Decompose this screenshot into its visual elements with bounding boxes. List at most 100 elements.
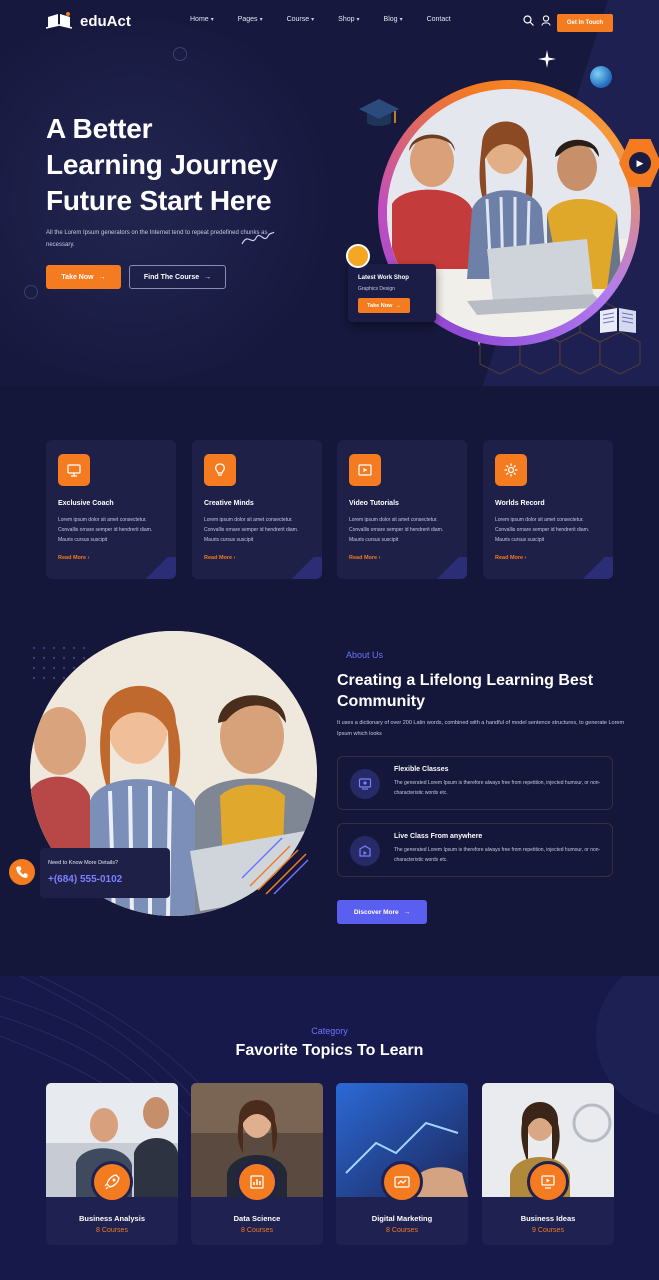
classes-icon: [350, 769, 380, 799]
search-icon[interactable]: [523, 15, 534, 26]
user-icon[interactable]: [541, 15, 551, 26]
globe-icon: [590, 66, 612, 88]
feature-title: Worlds Record: [495, 500, 545, 507]
category-count: 8 Courses: [241, 1227, 273, 1234]
nav-item-blog[interactable]: Blog ▾: [384, 16, 403, 23]
about-title: Creating a Lifelong Learning Best Commun…: [337, 672, 594, 710]
category-card[interactable]: Business Ideas 9 Courses: [482, 1083, 614, 1245]
arrow-right-icon: →: [204, 273, 212, 281]
link-label: Read More: [349, 555, 378, 561]
button-label: Discover More: [353, 908, 399, 916]
lines-decoration: [241, 837, 309, 895]
logo-icon: [46, 12, 73, 29]
play-icon: ▶: [629, 152, 651, 174]
nav-item-course[interactable]: Course ▾: [287, 16, 315, 23]
nav-item-home[interactable]: Home ▾: [190, 16, 214, 23]
workshop-title: Latest Work Shop: [358, 275, 409, 281]
workshop-card: Latest Work Shop Graphics Design Take No…: [346, 244, 436, 322]
chevron-down-icon: ▾: [259, 17, 263, 23]
chevron-right-icon: ›: [378, 555, 381, 561]
nav-menu: Home ▾ Pages ▾ Course ▾ Shop ▾ Blog ▾ Contact: [190, 16, 475, 23]
arrow-right-icon: →: [403, 908, 411, 916]
find-course-button[interactable]: Find The Course →: [129, 265, 226, 289]
read-more-link[interactable]: Read More ›: [495, 555, 527, 561]
arrow-right-icon: →: [98, 273, 106, 281]
chevron-down-icon: ▾: [210, 17, 214, 23]
read-more-link[interactable]: Read More ›: [349, 555, 381, 561]
features-section: Exclusive Coach Lorem ipsum dolor sit am…: [0, 386, 659, 616]
read-more-link[interactable]: Read More ›: [58, 555, 90, 561]
feature-card[interactable]: Creative Minds Lorem ipsum dolor sit ame…: [192, 440, 322, 579]
gear-icon: [495, 454, 527, 486]
nav-icons: [523, 15, 551, 26]
nav-item-label: Shop: [338, 16, 355, 23]
get-in-touch-button[interactable]: Get In Touch: [557, 14, 613, 32]
avatar: [346, 244, 370, 268]
category-name: Digital Marketing: [371, 1214, 433, 1223]
contact-card: Need to Know More Details? +(684) 555-01…: [40, 848, 170, 898]
hero-title-line: A Better: [46, 113, 153, 144]
contact-question: Need to Know More Details?: [48, 860, 119, 866]
nav-item-label: Pages: [237, 16, 258, 23]
feature-title: Creative Minds: [204, 500, 254, 507]
workshop-subtitle: Graphics Design: [358, 286, 395, 292]
category-card[interactable]: Business Analysis 8 Courses: [46, 1083, 178, 1245]
about-description: It uses a dictionary of over 200 Latin w…: [337, 720, 625, 737]
nav-item-label: Home: [190, 16, 209, 23]
chevron-down-icon: ▾: [356, 17, 360, 23]
hero-title-line: Future Start Here: [46, 185, 272, 216]
marketing-icon: [381, 1161, 423, 1203]
nav-item-label: Course: [286, 16, 310, 23]
feature-description: Lorem ipsum dolor sit amet consectetur. …: [204, 517, 299, 543]
read-more-link[interactable]: Read More ›: [204, 555, 236, 561]
phone-icon: [6, 856, 38, 888]
chevron-right-icon: ›: [524, 555, 527, 561]
rocket-icon: [91, 1161, 133, 1203]
workshop-take-now-button[interactable]: Take Now →: [358, 298, 410, 313]
feature-description: Lorem ipsum dolor sit amet consectetur. …: [349, 517, 444, 543]
nav-item-contact[interactable]: Contact: [427, 16, 451, 23]
link-label: Read More: [58, 555, 87, 561]
monitor-icon: [58, 454, 90, 486]
feature-title: Video Tutorials: [349, 500, 399, 507]
graduation-cap-icon: [359, 99, 399, 126]
feature-row: Live Class From anywhere The generated L…: [337, 823, 613, 877]
lightbulb-icon: [204, 454, 236, 486]
about-tag: About Us: [346, 650, 384, 660]
hero-title: A Better Learning Journey Future Start H…: [46, 111, 278, 219]
book-icon: [600, 308, 636, 333]
category-count: 9 Courses: [532, 1227, 564, 1234]
idea-icon: [527, 1161, 569, 1203]
feature-description: Lorem ipsum dolor sit amet consectetur. …: [495, 517, 590, 543]
chevron-down-icon: ▾: [311, 17, 315, 23]
video-icon: [349, 454, 381, 486]
feature-card[interactable]: Worlds Record Lorem ipsum dolor sit amet…: [483, 440, 613, 579]
ring-decoration: [173, 47, 187, 61]
feature-title: Exclusive Coach: [58, 500, 114, 507]
feature-row-title: Flexible Classes: [394, 766, 449, 773]
nav-item-shop[interactable]: Shop ▾: [338, 16, 359, 23]
category-count: 8 Courses: [96, 1227, 128, 1234]
category-card[interactable]: Digital Marketing 8 Courses: [336, 1083, 468, 1245]
discover-more-button[interactable]: Discover More →: [337, 900, 427, 924]
feature-card[interactable]: Exclusive Coach Lorem ipsum dolor sit am…: [46, 440, 176, 579]
chevron-right-icon: ›: [87, 555, 90, 561]
category-name: Business Ideas: [520, 1214, 576, 1223]
button-label: Take Now: [367, 302, 393, 309]
nav-item-pages[interactable]: Pages ▾: [238, 16, 263, 23]
top-navigation: eduAct Home ▾ Pages ▾ Course ▾ Shop ▾ Blog ▾ …: [0, 0, 659, 44]
feature-description: Lorem ipsum dolor sit amet consectetur. …: [58, 517, 153, 543]
link-label: Read More: [495, 555, 524, 561]
feature-row-description: The generated Lorem Ipsum is therefore a…: [394, 780, 601, 796]
contact-phone[interactable]: +(684) 555-0102: [48, 874, 122, 885]
live-class-icon: [350, 836, 380, 866]
take-now-button[interactable]: Take Now →: [46, 265, 121, 289]
about-section: Need to Know More Details? +(684) 555-01…: [0, 616, 659, 976]
sparkle-icon: [538, 50, 556, 68]
arrow-right-icon: →: [395, 302, 401, 309]
category-name: Data Science: [233, 1214, 281, 1223]
category-card[interactable]: Data Science 8 Courses: [191, 1083, 323, 1245]
feature-card[interactable]: Video Tutorials Lorem ipsum dolor sit am…: [337, 440, 467, 579]
button-label: Find The Course: [143, 273, 200, 281]
logo[interactable]: eduAct: [46, 11, 131, 31]
